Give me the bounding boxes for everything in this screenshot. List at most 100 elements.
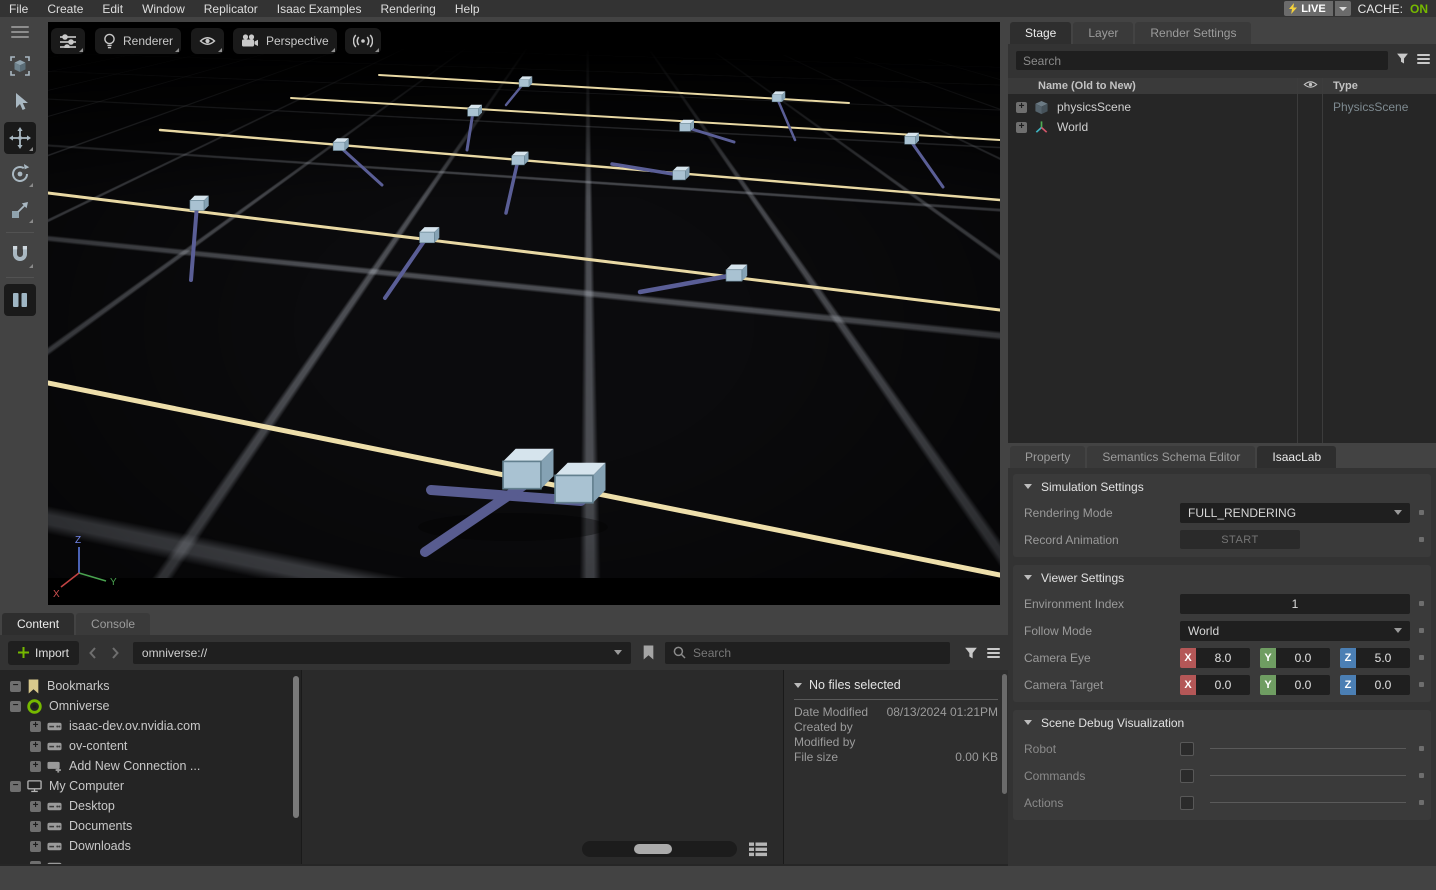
content-search-input[interactable]: Search <box>665 642 950 664</box>
thumbnail-size-slider[interactable] <box>582 841 737 857</box>
menu-window[interactable]: Window <box>142 2 185 16</box>
menu-edit[interactable]: Edit <box>102 2 123 16</box>
reset-indicator-dot[interactable] <box>1419 601 1424 606</box>
reset-indicator-dot[interactable] <box>1419 746 1424 751</box>
expand-toggle[interactable]: − <box>10 701 21 712</box>
select-mode-button[interactable] <box>4 50 36 82</box>
commands-checkbox[interactable] <box>1180 769 1194 783</box>
camera-target-x-field[interactable]: 0.0 <box>1196 675 1250 695</box>
tree-item-add-new-connection[interactable]: + Add New Connection ... <box>0 756 301 776</box>
section-header[interactable]: Scene Debug Visualization <box>1013 710 1431 735</box>
renderer-button[interactable]: Renderer <box>95 28 181 54</box>
expand-toggle[interactable]: + <box>1016 102 1027 113</box>
content-options-icon[interactable] <box>987 646 1000 660</box>
column-type[interactable]: Type <box>1333 80 1358 92</box>
start-recording-button[interactable]: START <box>1180 530 1300 549</box>
camera-eye-x-field[interactable]: 8.0 <box>1196 648 1250 668</box>
rendering-mode-dropdown[interactable]: FULL_RENDERING <box>1180 503 1410 523</box>
camera-eye-z-field[interactable]: 5.0 <box>1356 648 1410 668</box>
tree-item-ov-content[interactable]: + ov-content <box>0 736 301 756</box>
reset-indicator-dot[interactable] <box>1419 510 1424 515</box>
tree-item-isaac-dev[interactable]: + isaac-dev.ov.nvidia.com <box>0 716 301 736</box>
menu-rendering[interactable]: Rendering <box>380 2 435 16</box>
column-name[interactable]: Name (Old to New) <box>1008 80 1136 92</box>
scale-tool-button[interactable] <box>4 194 36 226</box>
reset-indicator-dot[interactable] <box>1419 537 1424 542</box>
tab-console[interactable]: Console <box>76 613 150 635</box>
camera-target-z-field[interactable]: 0.0 <box>1356 675 1410 695</box>
axis-gizmo[interactable]: Z Y X <box>48 527 138 605</box>
camera-target-y-field[interactable]: 0.0 <box>1276 675 1330 695</box>
tab-stage[interactable]: Stage <box>1010 22 1071 44</box>
stage-options-icon[interactable] <box>1417 52 1430 66</box>
follow-mode-dropdown[interactable]: World <box>1180 621 1410 641</box>
tab-semantics-schema-editor[interactable]: Semantics Schema Editor <box>1087 446 1255 468</box>
menu-create[interactable]: Create <box>47 2 83 16</box>
menu-isaac-examples[interactable]: Isaac Examples <box>277 2 362 16</box>
reset-indicator-dot[interactable] <box>1419 682 1424 687</box>
stage-row-physicsscene[interactable]: + physicsScene PhysicsScene <box>1008 97 1436 117</box>
tab-isaaclab[interactable]: IsaacLab <box>1257 446 1336 468</box>
expand-toggle[interactable]: + <box>30 821 41 832</box>
robot-checkbox[interactable] <box>1180 742 1194 756</box>
section-header[interactable]: Viewer Settings <box>1013 565 1431 590</box>
actions-checkbox[interactable] <box>1180 796 1194 810</box>
menu-replicator[interactable]: Replicator <box>204 2 258 16</box>
camera-eye-y-field[interactable]: 0.0 <box>1276 648 1330 668</box>
visibility-column-eye-icon[interactable] <box>1303 79 1318 90</box>
import-button[interactable]: Import <box>8 641 79 665</box>
filter-icon[interactable] <box>1396 52 1409 65</box>
view-mode-icon[interactable] <box>749 842 767 857</box>
viewport-settings-button[interactable] <box>51 28 85 54</box>
reset-indicator-dot[interactable] <box>1419 628 1424 633</box>
environment-index-field[interactable]: 1 <box>1180 594 1410 614</box>
tree-item-downloads[interactable]: + Downloads <box>0 836 301 856</box>
expand-toggle[interactable]: − <box>30 861 41 865</box>
expand-toggle[interactable]: + <box>30 761 41 772</box>
tab-render-settings[interactable]: Render Settings <box>1135 22 1251 44</box>
tree-item-omniverse[interactable]: − Omniverse <box>0 696 301 716</box>
viewport-3d[interactable]: Z Y X <box>48 22 1000 605</box>
section-header[interactable]: Simulation Settings <box>1013 474 1431 499</box>
menu-file[interactable]: File <box>9 2 28 16</box>
stage-search-input[interactable]: Search <box>1016 51 1388 70</box>
camera-button[interactable]: Perspective <box>233 28 337 54</box>
live-dropdown-button[interactable] <box>1335 1 1351 16</box>
reset-indicator-dot[interactable] <box>1419 655 1424 660</box>
tree-item-bookmarks[interactable]: − Bookmarks <box>0 676 301 696</box>
pause-button[interactable] <box>4 284 36 316</box>
tab-content[interactable]: Content <box>2 613 74 635</box>
details-scrollbar[interactable] <box>1002 674 1007 794</box>
tree-scrollbar[interactable] <box>293 676 299 818</box>
forward-button[interactable] <box>107 645 123 661</box>
tab-layer[interactable]: Layer <box>1073 22 1133 44</box>
tree-item-my-computer[interactable]: − My Computer <box>0 776 301 796</box>
back-button[interactable] <box>85 645 101 661</box>
file-grid-area[interactable] <box>302 670 784 864</box>
cursor-select-button[interactable] <box>4 86 36 118</box>
stage-row-world[interactable]: + World <box>1008 117 1436 137</box>
menu-help[interactable]: Help <box>455 2 480 16</box>
tab-property[interactable]: Property <box>1010 446 1085 468</box>
expand-toggle[interactable]: + <box>30 841 41 852</box>
expand-toggle[interactable]: − <box>10 681 21 692</box>
toolbar-drag-handle-icon[interactable] <box>11 22 29 48</box>
details-header[interactable]: No files selected <box>794 678 998 692</box>
bookmark-icon[interactable] <box>637 645 659 660</box>
tree-item-documents[interactable]: + Documents <box>0 816 301 836</box>
expand-toggle[interactable]: + <box>30 721 41 732</box>
path-input[interactable]: omniverse:// <box>133 642 631 664</box>
expand-toggle[interactable]: − <box>10 781 21 792</box>
snap-tool-button[interactable] <box>4 239 36 271</box>
slider-thumb[interactable] <box>634 844 672 854</box>
move-tool-button[interactable] <box>4 122 36 154</box>
live-session-button[interactable] <box>345 28 381 54</box>
tree-item-desktop[interactable]: + Desktop <box>0 796 301 816</box>
visibility-button[interactable] <box>191 28 224 54</box>
live-sync-button[interactable]: LIVE <box>1284 1 1332 16</box>
filter-icon[interactable] <box>964 646 978 660</box>
viewport-scene[interactable]: Z Y X <box>48 22 1000 605</box>
reset-indicator-dot[interactable] <box>1419 800 1424 805</box>
rotate-tool-button[interactable] <box>4 158 36 190</box>
expand-toggle[interactable]: + <box>30 741 41 752</box>
